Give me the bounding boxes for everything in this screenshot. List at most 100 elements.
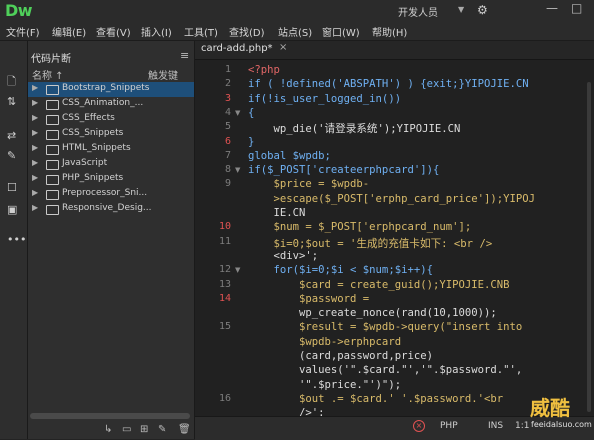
folder-icon xyxy=(46,85,59,95)
code-line[interactable]: >escape($_POST['erphp_card_price']);YIPO… xyxy=(248,193,536,205)
expand-arrow-icon[interactable]: ▶ xyxy=(32,98,38,107)
format-icon[interactable]: ▣ xyxy=(7,203,17,216)
code-area[interactable]: 1 2 3 4 ▼ 5 6 7 8 ▼ 9 10 11 12 ▼ 13 14 15 16 <?php if ( !de… xyxy=(195,59,594,419)
maximize-button[interactable]: □ xyxy=(571,1,582,15)
tree-item[interactable]: ▶ CSS_Effects xyxy=(28,112,194,127)
code-line[interactable]: wp_die('请登录系统');YIPOJIE.CN xyxy=(248,121,461,136)
code-line[interactable]: IE.CN xyxy=(248,207,306,219)
expand-arrow-icon[interactable]: ▶ xyxy=(32,158,38,167)
menu-find[interactable]: 查找(D) xyxy=(229,24,265,39)
code-editor: card-add.php* × 1 2 3 4 ▼ 5 6 7 8 ▼ 9 10 11 12 ▼ 13 14 15… xyxy=(195,41,594,439)
menu-file[interactable]: 文件(F) xyxy=(6,24,40,39)
vertical-scrollbar[interactable] xyxy=(587,82,591,412)
comment-icon[interactable]: ☐ xyxy=(7,181,17,194)
menu-window[interactable]: 窗口(W) xyxy=(322,24,360,39)
code-line[interactable]: <?php xyxy=(248,64,280,76)
insert-icon[interactable]: ↳ xyxy=(104,424,112,435)
menu-edit[interactable]: 编辑(E) xyxy=(52,24,86,39)
code-line[interactable]: (card,password,price) xyxy=(248,350,433,362)
line-number: 15 xyxy=(218,321,231,333)
code-line[interactable]: values('".$card."','".$password."', xyxy=(248,364,522,376)
expand-arrow-icon[interactable]: ▶ xyxy=(32,203,38,212)
line-number: 7 xyxy=(224,149,231,161)
document-tab[interactable]: card-add.php* xyxy=(201,43,273,58)
expand-arrow-icon[interactable]: ▶ xyxy=(32,188,38,197)
code-line[interactable]: for($i=0;$i < $num;$i++){ xyxy=(248,264,433,276)
line-number: 8 xyxy=(224,164,231,176)
tree-item-label: CSS_Animation_... xyxy=(62,98,144,108)
menu-insert[interactable]: 插入(I) xyxy=(141,24,172,39)
brush-icon[interactable]: ✎ xyxy=(7,149,16,162)
workspace-switcher[interactable]: 开发人员 xyxy=(398,4,438,19)
tab-snippets[interactable]: 代码片断 xyxy=(31,50,71,65)
code-line[interactable]: wp_create_nonce(rand(10,1000)); xyxy=(248,307,497,319)
tree-item[interactable]: ▶ Bootstrap_Snippets xyxy=(28,82,194,97)
tree-item-label: CSS_Snippets xyxy=(62,128,124,138)
watermark-logo: 威酷 xyxy=(530,396,570,420)
chevron-down-icon[interactable]: ▼ xyxy=(458,5,464,14)
folder-icon xyxy=(46,130,59,140)
code-line[interactable]: $i=0;$out = '生成的充值卡如下: <br /> xyxy=(248,236,493,251)
horizontal-scrollbar[interactable] xyxy=(30,413,190,419)
cursor-position: 1:1 xyxy=(515,421,530,431)
tool-strip: 🗋 ⇅ ⇄ ✎ ☐ ▣ ••• xyxy=(0,41,28,439)
fold-toggle-icon[interactable]: ▼ xyxy=(235,166,240,174)
menu-view[interactable]: 查看(V) xyxy=(96,24,131,39)
expand-arrow-icon[interactable]: ▶ xyxy=(32,128,38,137)
code-line[interactable]: $price = $wpdb- xyxy=(248,178,370,190)
new-snippet-icon[interactable]: ⊞ xyxy=(140,424,148,435)
file-icon[interactable]: 🗋 xyxy=(7,73,16,92)
code-line[interactable]: $password = xyxy=(248,293,369,305)
more-icon[interactable]: ••• xyxy=(7,233,26,246)
tree-item[interactable]: ▶ HTML_Snippets xyxy=(28,142,194,157)
fold-toggle-icon[interactable]: ▼ xyxy=(235,266,240,274)
line-number: 14 xyxy=(218,292,231,304)
tree-item[interactable]: ▶ Preprocessor_Sni... xyxy=(28,187,194,202)
fold-toggle-icon[interactable]: ▼ xyxy=(235,109,240,117)
insert-mode[interactable]: INS xyxy=(488,421,503,431)
code-line[interactable]: global $wpdb; xyxy=(248,150,331,162)
code-line[interactable]: $result = $wpdb->query("insert into xyxy=(248,321,522,333)
menu-tools[interactable]: 工具(T) xyxy=(184,24,218,39)
code-line[interactable]: } xyxy=(248,136,254,148)
column-name[interactable]: 名称 ↑ xyxy=(32,71,64,82)
edit-icon[interactable]: ✎ xyxy=(158,424,166,435)
transform-icon[interactable]: ⇄ xyxy=(7,129,16,142)
code-line[interactable]: <div>'; xyxy=(248,250,319,262)
code-line[interactable]: $card = create_guid();YIPOJIE.CNB xyxy=(248,279,509,291)
folder-icon xyxy=(46,160,59,170)
trash-icon[interactable]: 🗑 xyxy=(178,424,191,435)
tree-item[interactable]: ▶ CSS_Snippets xyxy=(28,127,194,142)
tree-item[interactable]: ▶ CSS_Animation_... xyxy=(28,97,194,112)
new-folder-icon[interactable]: ▭ xyxy=(122,424,131,435)
error-icon[interactable]: × xyxy=(413,420,425,432)
panel-menu-icon[interactable]: ≡ xyxy=(180,49,189,62)
code-line[interactable]: $num = $_POST['erphpcard_num']; xyxy=(248,221,472,233)
code-line[interactable]: if(!is_user_logged_in()) xyxy=(248,93,401,105)
close-icon[interactable]: × xyxy=(279,42,287,53)
code-line[interactable]: '".$price."')"); xyxy=(248,379,401,391)
code-line[interactable]: if ( !defined('ABSPATH') ) {exit;}YIPOJI… xyxy=(248,78,529,90)
code-line[interactable]: $out .= $card.' '.$password.'<br xyxy=(248,393,503,405)
menu-help[interactable]: 帮助(H) xyxy=(372,24,407,39)
menu-site[interactable]: 站点(S) xyxy=(278,24,312,39)
code-line[interactable]: if($_POST['createerphpcard']){ xyxy=(248,164,439,176)
tree-item[interactable]: ▶ PHP_Snippets xyxy=(28,172,194,187)
minimize-button[interactable]: — xyxy=(546,1,558,15)
code-line[interactable]: $wpdb->erphpcard xyxy=(248,336,401,348)
line-number: 3 xyxy=(224,92,231,104)
expand-arrow-icon[interactable]: ▶ xyxy=(32,113,38,122)
language-selector[interactable]: PHP xyxy=(440,421,458,431)
code-line[interactable]: { xyxy=(248,107,254,119)
column-shortcut[interactable]: 触发键 xyxy=(148,67,178,82)
expand-arrow-icon[interactable]: ▶ xyxy=(32,143,38,152)
title-bar: Dw 开发人员 ▼ ⚙ — □ xyxy=(0,0,594,22)
tree-item[interactable]: ▶ JavaScript xyxy=(28,157,194,172)
tree-item[interactable]: ▶ Responsive_Desig... xyxy=(28,202,194,217)
sync-settings-icon[interactable]: ⚙ xyxy=(477,3,488,17)
line-number: 5 xyxy=(224,121,231,133)
sort-icon[interactable]: ⇅ xyxy=(7,95,16,108)
expand-arrow-icon[interactable]: ▶ xyxy=(32,173,38,182)
expand-arrow-icon[interactable]: ▶ xyxy=(32,83,38,92)
app-logo: Dw xyxy=(5,1,33,20)
